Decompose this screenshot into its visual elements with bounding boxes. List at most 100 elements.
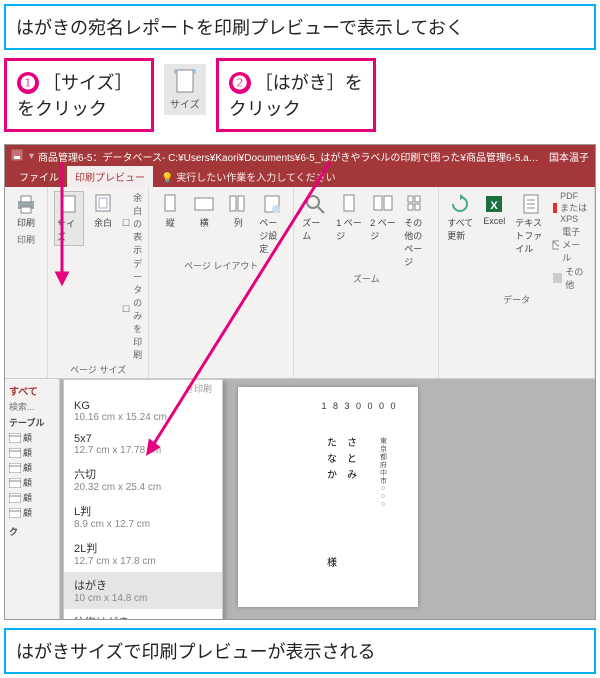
- ribbon-group-data: すべて更新 X Excel テキストファイル PDF または XPS 電子メール…: [439, 187, 595, 378]
- nav-tables-group[interactable]: テーブル: [9, 416, 55, 429]
- size-button-illustration-label: サイズ: [170, 96, 200, 111]
- size-option-5x7[interactable]: 5x712.7 cm x 17.78 cm: [64, 428, 222, 461]
- page-size-icon: [58, 194, 80, 216]
- page-setup-icon: [262, 193, 282, 215]
- size-option-六切[interactable]: 六切20.32 cm x 25.4 cm: [64, 461, 222, 498]
- excel-icon: X: [483, 193, 505, 215]
- table-icon: [9, 493, 21, 503]
- size-option-dim: 20.32 cm x 25.4 cm: [74, 482, 212, 493]
- page-size-icon: [171, 68, 199, 96]
- landscape-button[interactable]: 横: [189, 191, 219, 231]
- nav-table-item[interactable]: 顧: [9, 476, 55, 489]
- two-pages-button[interactable]: 2 ページ: [368, 191, 398, 244]
- email-icon: [552, 239, 559, 251]
- nav-table-item[interactable]: 顧: [9, 446, 55, 459]
- one-page-icon: [340, 193, 358, 215]
- table-icon: [9, 433, 21, 443]
- ribbon: 印刷 印刷 サイズ 余白 ☐余白の表示 ☐データのみを印刷 ペ: [5, 187, 595, 379]
- table-icon: [9, 508, 21, 518]
- nav-table-item[interactable]: 顧: [9, 506, 55, 519]
- save-icon[interactable]: [11, 149, 25, 164]
- size-button[interactable]: サイズ: [54, 191, 84, 246]
- other-export-button[interactable]: その他: [552, 265, 588, 291]
- show-margin-checkbox[interactable]: ☐余白の表示: [122, 191, 142, 256]
- columns-button[interactable]: 列: [223, 191, 253, 231]
- size-option-dim: 10.16 cm x 15.24 cm: [74, 412, 212, 423]
- nav-table-item[interactable]: 顧: [9, 461, 55, 474]
- instruction-callout-top: はがきの宛名レポートを印刷プレビューで表示しておく: [4, 4, 596, 50]
- window-title: 商品管理6-5：データベース- C:¥Users¥Kaori¥Documents…: [38, 149, 543, 164]
- size-option-往復はがき[interactable]: 往復はがき: [64, 609, 222, 619]
- tell-me-placeholder: 実行したい作業を入力してください: [176, 173, 335, 184]
- margin-button[interactable]: 余白: [88, 191, 118, 231]
- access-window: ▾ 商品管理6-5：データベース- C:¥Users¥Kaori¥Documen…: [4, 144, 596, 620]
- other-icon: [552, 272, 562, 284]
- recipient-name-1: たなか: [323, 437, 338, 485]
- size-option-dim: 10 cm x 14.8 cm: [74, 593, 212, 604]
- ribbon-group-print-label: 印刷: [17, 233, 35, 246]
- lightbulb-icon: 💡: [161, 173, 173, 184]
- size-option-dim: 12.7 cm x 17.8 cm: [74, 556, 212, 567]
- pdf-xps-button[interactable]: PDF または XPS: [552, 191, 588, 224]
- table-icon: [9, 448, 21, 458]
- printer-icon: [14, 193, 38, 215]
- size-option-name: KG: [74, 400, 212, 412]
- navigation-pane[interactable]: すべて 検索... テーブル 顧 顧 顧 顧 顧 顧 ク: [5, 379, 60, 619]
- document-area: すべて 検索... テーブル 顧 顧 顧 顧 顧 顧 ク き印刷 KG10.16…: [5, 379, 595, 619]
- magnifier-icon: [304, 193, 326, 215]
- postcard-page: 1 8 3 0 0 0 0 東京都府中市○○○ たなか さとみ 様: [238, 387, 418, 607]
- ribbon-group-layout: 縦 横 列 ページ設定 ページ レイアウト: [149, 187, 294, 378]
- annotation-2-badge: ❷: [229, 72, 251, 94]
- nav-queries-group[interactable]: ク: [9, 525, 55, 538]
- print-label: 印刷: [17, 216, 35, 229]
- size-label: サイズ: [57, 217, 81, 243]
- print-button[interactable]: 印刷: [11, 191, 41, 231]
- annotation-row: ❶［サイズ］をクリック サイズ ❷［はがき］をクリック: [4, 58, 596, 132]
- excel-button[interactable]: X Excel: [479, 191, 509, 228]
- tab-print-preview[interactable]: 印刷プレビュー: [67, 166, 153, 187]
- size-option-name: L判: [74, 503, 212, 519]
- table-icon: [9, 478, 21, 488]
- landscape-icon: [193, 193, 215, 215]
- columns-icon: [228, 193, 248, 215]
- pdf-icon: [552, 202, 557, 214]
- user-name: 国本温子: [549, 149, 589, 164]
- email-button[interactable]: 電子メール: [552, 225, 588, 264]
- tab-file[interactable]: ファイル: [11, 166, 67, 187]
- one-page-button[interactable]: 1 ページ: [334, 191, 364, 244]
- nav-all-objects[interactable]: すべて: [9, 383, 55, 398]
- nav-table-item[interactable]: 顧: [9, 491, 55, 504]
- annotation-2: ❷［はがき］をクリック: [216, 58, 376, 132]
- size-option-name: 2L判: [74, 540, 212, 556]
- svg-text:X: X: [491, 200, 499, 212]
- tell-me-search[interactable]: 💡 実行したい作業を入力してください: [153, 166, 344, 187]
- ribbon-group-pagesize-label: ページ サイズ: [70, 363, 126, 376]
- size-option-L判[interactable]: L判8.9 cm x 12.7 cm: [64, 498, 222, 535]
- size-option-name: はがき: [74, 577, 212, 593]
- result-callout-bottom: はがきサイズで印刷プレビューが表示される: [4, 628, 596, 674]
- ribbon-group-zoom: ズーム 1 ページ 2 ページ その他のページ ズーム: [294, 187, 439, 378]
- size-button-illustration: サイズ: [164, 64, 206, 115]
- zoom-button[interactable]: ズーム: [300, 191, 330, 244]
- pagesize-options: ☐余白の表示 ☐データのみを印刷: [122, 191, 142, 361]
- print-data-only-checkbox[interactable]: ☐データのみを印刷: [122, 257, 142, 361]
- more-pages-button[interactable]: その他のページ: [402, 191, 432, 270]
- honorific: 様: [323, 557, 338, 567]
- refresh-icon: [449, 193, 471, 215]
- margin-icon: [92, 193, 114, 215]
- nav-table-item[interactable]: 顧: [9, 431, 55, 444]
- data-export-options: PDF または XPS 電子メール その他: [552, 191, 588, 291]
- portrait-button[interactable]: 縦: [155, 191, 185, 231]
- size-option-dim: 12.7 cm x 17.78 cm: [74, 445, 212, 456]
- refresh-all-button[interactable]: すべて更新: [445, 191, 475, 244]
- size-option-2L判[interactable]: 2L判12.7 cm x 17.8 cm: [64, 535, 222, 572]
- text-file-button[interactable]: テキストファイル: [513, 191, 548, 257]
- page-setup-button[interactable]: ページ設定: [257, 191, 287, 257]
- size-dropdown: き印刷 KG10.16 cm x 15.24 cm5x712.7 cm x 17…: [63, 379, 223, 619]
- two-pages-icon: [372, 193, 394, 215]
- ribbon-group-pagesize: サイズ 余白 ☐余白の表示 ☐データのみを印刷 ページ サイズ: [48, 187, 149, 378]
- size-option-はがき[interactable]: はがき10 cm x 14.8 cm: [64, 572, 222, 609]
- nav-search[interactable]: 検索...: [9, 400, 55, 413]
- size-option-KG[interactable]: KG10.16 cm x 15.24 cm: [64, 395, 222, 428]
- annotation-1: ❶［サイズ］をクリック: [4, 58, 154, 132]
